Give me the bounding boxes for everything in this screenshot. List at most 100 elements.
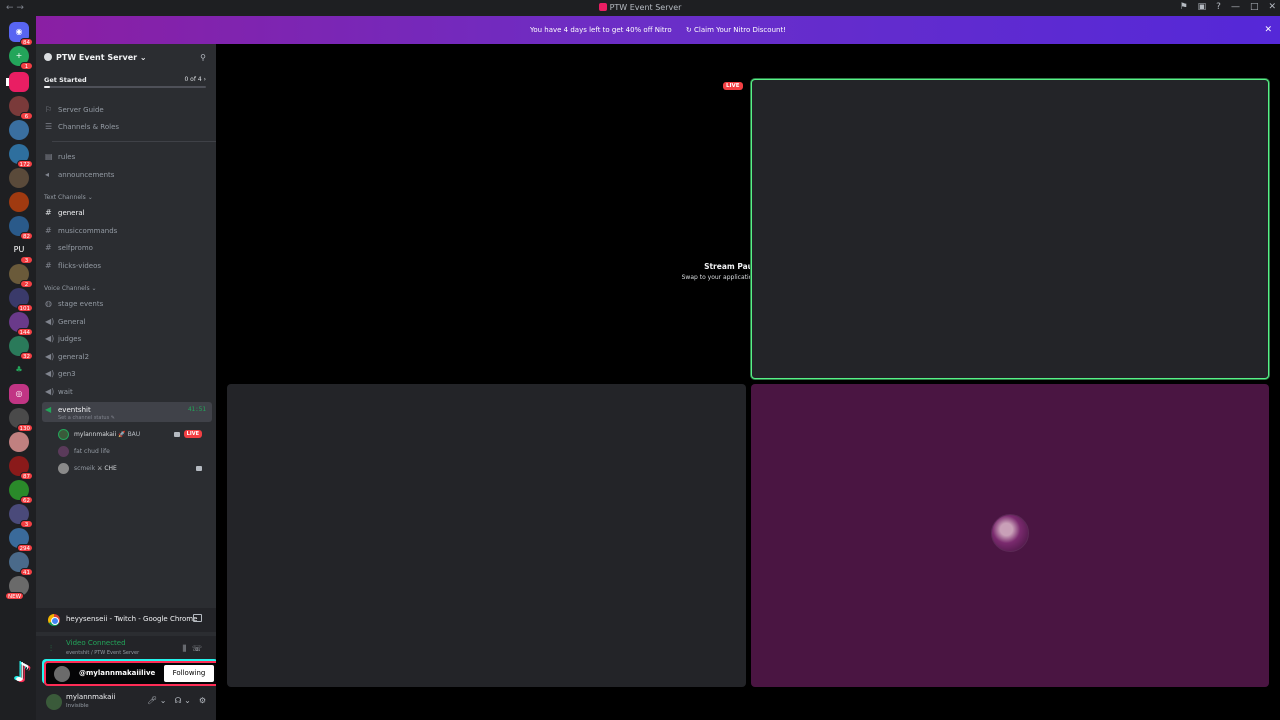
- server-21[interactable]: 3: [9, 504, 33, 528]
- progress-bar: [44, 86, 206, 88]
- server-4[interactable]: 6: [9, 96, 33, 120]
- chevron-down-icon: ⌄: [139, 53, 147, 62]
- server-9[interactable]: 82: [9, 216, 33, 240]
- stage-icon: ◍: [45, 299, 52, 308]
- gear-icon[interactable]: ⚙: [199, 696, 206, 705]
- user-panel: mylannmakaii Invisible 🎤︎ ⌄ ☊ ⌄ ⚙: [36, 688, 216, 720]
- server-19[interactable]: 87: [9, 456, 33, 480]
- server-17[interactable]: 130: [9, 408, 33, 432]
- speaker-icon: ◀): [45, 369, 55, 378]
- voice-stage: Stream Paused Swap to your application t…: [216, 44, 1280, 720]
- voice-general2[interactable]: ◀) general2: [42, 349, 212, 365]
- tiktok-logo-icon: ♪: [14, 658, 31, 688]
- voice-member[interactable]: fat chud life: [58, 445, 208, 459]
- server-23[interactable]: 41: [9, 552, 33, 576]
- server-16[interactable]: ◎: [9, 384, 29, 404]
- video-icon: [174, 432, 180, 437]
- voice-stage-events[interactable]: ◍ stage events: [42, 296, 212, 312]
- server-8[interactable]: [9, 192, 29, 212]
- category-text-channels[interactable]: Text Channels ⌄: [44, 194, 93, 201]
- minimize-icon[interactable]: —: [1231, 2, 1240, 12]
- inbox-icon[interactable]: ⚑: [1180, 2, 1188, 12]
- channel-rules[interactable]: ▤ rules: [42, 149, 212, 165]
- voice-eventshit[interactable]: ◀ eventshit 41:51 Set a channel status ✎: [42, 402, 212, 422]
- server-5[interactable]: [9, 120, 29, 140]
- video-icon: [196, 466, 202, 471]
- server-11[interactable]: 2: [9, 264, 33, 288]
- avatar[interactable]: [46, 694, 62, 710]
- server-20[interactable]: 62: [9, 480, 33, 504]
- hash-icon: #: [45, 261, 52, 270]
- channel-status[interactable]: Set a channel status ✎: [58, 415, 115, 421]
- signpost-icon: ⚐: [45, 105, 53, 114]
- server-18[interactable]: [9, 432, 29, 452]
- server-13[interactable]: 144: [9, 312, 33, 336]
- lock-speaker-icon: ◀: [45, 405, 52, 414]
- home-button[interactable]: ◉ 84: [9, 22, 33, 46]
- voice-gen3[interactable]: ◀) gen3: [42, 366, 212, 382]
- channel-announcements[interactable]: ◂ announcements: [42, 167, 212, 183]
- speaker-icon: ◀): [45, 387, 55, 396]
- speaker-icon: ◀): [45, 352, 55, 361]
- channels-roles[interactable]: ☰ Channels & Roles: [42, 119, 212, 135]
- screen-icon[interactable]: ▣: [1198, 2, 1207, 12]
- server-15[interactable]: ♣: [9, 360, 29, 380]
- rules-icon: ▤: [45, 152, 53, 161]
- following-button[interactable]: Following: [164, 665, 214, 682]
- divider: [52, 141, 216, 142]
- server-22[interactable]: 294: [9, 528, 33, 552]
- window-title: PTW Event Server: [0, 3, 1280, 12]
- invite-icon[interactable]: ⚲: [200, 53, 206, 62]
- voice-wait[interactable]: ◀) wait: [42, 384, 212, 400]
- banner-close-icon[interactable]: ✕: [1264, 16, 1272, 44]
- server-7[interactable]: [9, 168, 29, 188]
- category-voice-channels[interactable]: Voice Channels ⌄: [44, 285, 97, 292]
- server-14[interactable]: 32: [9, 336, 33, 360]
- server-guide[interactable]: ⚐ Server Guide: [42, 102, 212, 118]
- avatar: [991, 514, 1029, 552]
- disconnect-icon[interactable]: ☏: [192, 644, 202, 653]
- camera-icon: ◎: [15, 389, 23, 398]
- window-controls: ⚑ ▣ ? — □ ✕: [1180, 2, 1276, 12]
- server-6[interactable]: 172: [9, 144, 33, 168]
- headphones-icon[interactable]: ☊ ⌄: [174, 696, 190, 705]
- server-header[interactable]: PTW Event Server ⌄ ⚲: [36, 44, 216, 70]
- speaker-icon: ◀): [45, 317, 55, 326]
- get-started[interactable]: Get Started 0 of 4 ›: [36, 70, 216, 92]
- claim-nitro-button[interactable]: ↻ Claim Your Nitro Discount!: [686, 26, 786, 34]
- close-icon[interactable]: ✕: [1268, 2, 1276, 12]
- voice-judges[interactable]: ◀) judges: [42, 331, 212, 347]
- help-icon[interactable]: ?: [1216, 2, 1221, 12]
- video-tile[interactable]: [227, 384, 746, 687]
- channel-general[interactable]: # general: [42, 205, 212, 221]
- server-12[interactable]: 101: [9, 288, 33, 312]
- channel-selfpromo[interactable]: # selfpromo: [42, 240, 212, 256]
- maximize-icon[interactable]: □: [1250, 2, 1259, 12]
- avatar: [58, 463, 69, 474]
- popout-icon[interactable]: [193, 614, 202, 622]
- channel-musiccommands[interactable]: # musiccommands: [42, 223, 212, 239]
- server-ptw-event[interactable]: [9, 72, 29, 92]
- add-server-button[interactable]: +1: [9, 46, 33, 70]
- server-pu[interactable]: PU 3: [9, 240, 33, 264]
- megaphone-icon: ◂: [45, 170, 50, 179]
- voice-member[interactable]: mylannmakaii 🚀 BAU LIVE: [58, 428, 208, 442]
- nitro-banner: You have 4 days left to get 40% off Nitr…: [36, 16, 1280, 44]
- live-badge: LIVE: [723, 82, 743, 90]
- voice-general[interactable]: ◀) General: [42, 314, 212, 330]
- globe-icon: [44, 53, 52, 61]
- leaf-icon: ♣: [15, 365, 23, 374]
- microphone-icon[interactable]: 🎤︎ ⌄: [147, 696, 166, 705]
- avatar: [58, 446, 69, 457]
- noise-suppression-icon[interactable]: ⫼: [182, 644, 186, 654]
- server-24[interactable]: NEW: [5, 576, 29, 600]
- voice-member[interactable]: scmeik ⚔ CHE: [58, 462, 208, 476]
- hash-icon: #: [45, 243, 52, 252]
- video-tile-avatar[interactable]: [751, 384, 1269, 687]
- avatar: [58, 429, 69, 440]
- video-tile-speaking[interactable]: [751, 79, 1269, 379]
- title-bar: ← → PTW Event Server ⚑ ▣ ? — □ ✕: [0, 0, 1280, 16]
- activity-panel[interactable]: heyysenseii - Twitch - Google Chrome: [36, 608, 216, 632]
- progress-fill: [44, 86, 51, 88]
- channel-flicks-videos[interactable]: # flicks-videos: [42, 258, 212, 274]
